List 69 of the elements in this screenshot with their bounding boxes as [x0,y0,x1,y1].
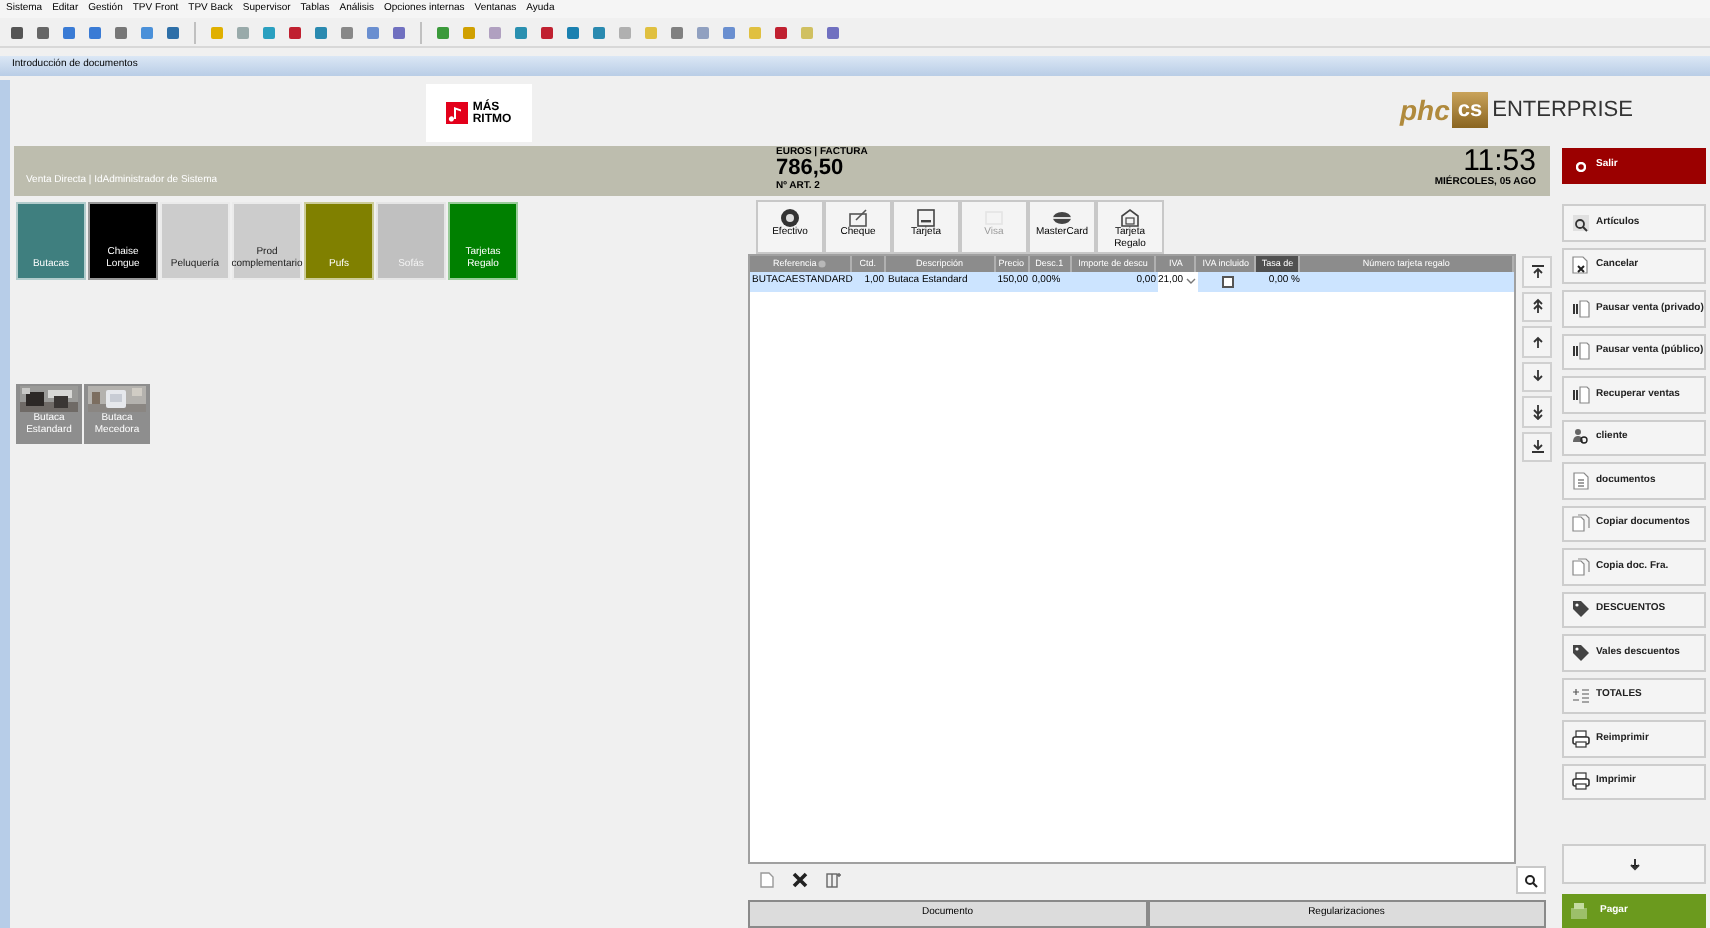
tag-icon [1572,643,1590,662]
total-amount: 786,50 [776,158,846,180]
pen-paper-icon [848,207,868,227]
scroll-button[interactable] [1522,326,1552,357]
toolbar-button[interactable] [336,21,358,43]
toolbar-button[interactable] [432,21,454,43]
columns-icon [826,872,842,888]
toolbar-button[interactable] [562,21,584,43]
arrow-up-icon [1529,333,1545,350]
toolbar-button[interactable] [666,21,688,43]
toolbar-button[interactable] [310,21,332,43]
scroll-button[interactable] [1522,291,1552,322]
clock-time: 11:53 [1463,146,1536,176]
toolbar-button[interactable] [718,21,740,43]
toolbar-button[interactable] [110,21,132,43]
brand-badge: cs [1451,92,1489,128]
toolbar-button[interactable] [536,21,558,43]
checkbox[interactable] [1222,276,1234,288]
document-x-icon [1572,256,1590,275]
toolbar-button[interactable] [6,21,28,43]
toolbar-button[interactable] [510,21,532,43]
toolbar-button[interactable] [388,21,410,43]
delete-line-button[interactable] [792,872,808,888]
arrow-down-icon [1627,857,1641,871]
printer-icon [1572,772,1590,791]
double-arrow-down-icon [1529,403,1545,420]
document-icon [1572,471,1590,490]
toolbar-button[interactable] [822,21,844,43]
pause-document-icon [1572,342,1590,361]
search-icon [1572,213,1590,232]
scroll-button[interactable] [1522,431,1552,462]
document-icon [760,872,774,888]
toolbar-button[interactable] [284,21,306,43]
toolbar-button[interactable] [162,21,184,43]
toolbar-button[interactable] [362,21,384,43]
plus-equals-icon [1572,686,1590,705]
pause-document-icon [1572,299,1590,318]
brand-name: ENTERPRISE [1492,99,1633,121]
house-icon [1120,207,1140,227]
arrow-down-icon [1529,368,1545,385]
exit-icon [1576,161,1586,171]
toolbar-button[interactable] [32,21,54,43]
pause-document-icon [1572,385,1590,404]
coin-icon [780,207,800,227]
search-icon [1524,873,1538,887]
music-note-icon [446,102,469,124]
new-line-button[interactable] [760,872,774,888]
printer-icon [1572,729,1590,748]
close-icon [792,872,808,888]
copy-document-icon [1572,514,1590,533]
copy-document-icon [1572,557,1590,576]
arrow-to-top-icon [1529,263,1545,280]
scroll-button[interactable] [1522,256,1552,287]
columns-button[interactable] [826,872,842,888]
person-search-icon [1572,428,1590,447]
arrow-to-bottom-icon [1529,438,1545,455]
brand-mark: phc [1400,96,1450,124]
toolbar-button[interactable] [588,21,610,43]
chevron-down-icon [1185,278,1196,286]
toolbar-button[interactable] [58,21,80,43]
toolbar-button[interactable] [136,21,158,43]
double-arrow-up-icon [1529,298,1545,315]
tag-icon [1572,600,1590,619]
scroll-button[interactable] [1522,361,1552,392]
toolbar-button[interactable] [84,21,106,43]
sort-icon [818,260,827,268]
toolbar-button[interactable] [770,21,792,43]
scroll-button[interactable] [1522,396,1552,427]
search-button[interactable] [1516,866,1546,894]
